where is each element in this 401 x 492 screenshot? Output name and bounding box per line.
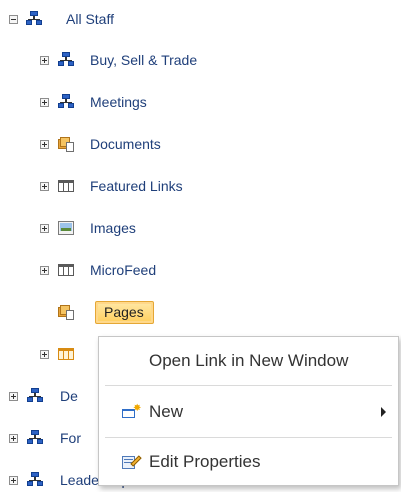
tree-node-label-selected: Pages: [95, 300, 154, 324]
site-icon: [27, 430, 44, 446]
tree-node-label: Documents: [90, 136, 161, 152]
new-item-icon: ✸: [121, 403, 141, 421]
image-library-icon: [58, 220, 75, 236]
context-menu: Open Link in New Window ✸ New Edit Prope…: [98, 336, 399, 486]
tree-node-label: Images: [90, 220, 136, 236]
menu-separator: [105, 437, 392, 438]
tree-node-label: All Staff: [66, 11, 114, 27]
tree-node-pages[interactable]: Pages: [58, 300, 154, 324]
collapse-toggle-icon[interactable]: [9, 14, 18, 24]
list-icon: [58, 262, 75, 278]
tree-node-buy-sell-trade[interactable]: Buy, Sell & Trade: [40, 48, 197, 72]
library-icon: [58, 136, 75, 152]
tree-node-label: For: [60, 430, 81, 446]
menu-item-open-link-new-window[interactable]: Open Link in New Window: [99, 342, 398, 380]
tree-node-label: MicroFeed: [90, 262, 157, 278]
list-icon: [58, 346, 75, 362]
expand-toggle-icon[interactable]: [9, 391, 18, 401]
tree-node-label: Meetings: [90, 94, 147, 110]
menu-item-edit-properties[interactable]: Edit Properties: [99, 443, 398, 481]
expand-toggle-icon[interactable]: [40, 97, 49, 107]
tree-node-label: Featured Links: [90, 178, 183, 194]
expand-toggle-icon[interactable]: [9, 475, 18, 485]
tree-node-de[interactable]: De: [9, 384, 78, 408]
expand-toggle-icon[interactable]: [9, 433, 18, 443]
tree-node-for[interactable]: For: [9, 426, 81, 450]
site-icon: [27, 472, 44, 488]
site-icon: [58, 94, 75, 110]
expand-toggle-icon[interactable]: [40, 265, 49, 275]
expand-toggle-icon[interactable]: [40, 139, 49, 149]
expand-toggle-icon[interactable]: [40, 181, 49, 191]
list-icon: [58, 178, 75, 194]
menu-item-label: Open Link in New Window: [149, 351, 349, 370]
tree-node-all-staff[interactable]: All Staff: [9, 7, 114, 31]
site-icon: [27, 388, 44, 404]
site-icon: [26, 11, 43, 27]
tree-node-hidden-list[interactable]: [40, 342, 75, 366]
tree-node-microfeed[interactable]: MicroFeed: [40, 258, 156, 282]
expand-toggle-icon[interactable]: [40, 223, 49, 233]
menu-item-label: Edit Properties: [149, 452, 261, 471]
tree-node-featured-links[interactable]: Featured Links: [40, 174, 183, 198]
tree-node-images[interactable]: Images: [40, 216, 136, 240]
tree-node-documents[interactable]: Documents: [40, 132, 161, 156]
expand-toggle-icon[interactable]: [40, 55, 49, 65]
menu-item-label: New: [149, 402, 184, 421]
menu-item-new[interactable]: ✸ New: [99, 393, 398, 431]
submenu-arrow-icon: [381, 407, 386, 417]
edit-properties-icon: [121, 454, 142, 470]
site-icon: [58, 52, 75, 68]
tree-node-meetings[interactable]: Meetings: [40, 90, 147, 114]
library-icon: [58, 304, 75, 320]
menu-separator: [105, 385, 392, 386]
tree-node-label: Buy, Sell & Trade: [90, 52, 198, 68]
tree-node-label: De: [60, 388, 78, 404]
expand-toggle-icon[interactable]: [40, 349, 49, 359]
